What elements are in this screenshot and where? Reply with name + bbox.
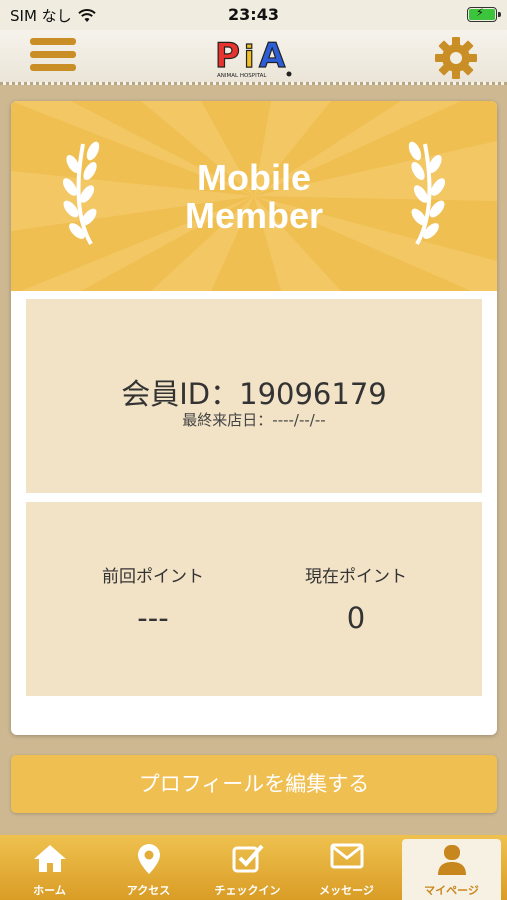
home-icon (33, 845, 66, 872)
battery-charging-icon (467, 6, 501, 22)
envelope-icon (330, 843, 363, 869)
status-bar: SIM なし 23:43 (0, 0, 507, 30)
current-points: 現在ポイント 0 (276, 562, 436, 635)
current-points-value: 0 (346, 601, 366, 635)
tab-mypage-label: マイページ (424, 884, 479, 897)
tab-home-label: ホーム (33, 884, 66, 897)
menu-bar-icon (30, 64, 76, 71)
svg-text:A: A (259, 36, 286, 76)
edit-profile-button[interactable]: プロフィールを編集する (11, 755, 497, 813)
last-visit-date: 最終来店日：----/--/-- (182, 411, 326, 429)
previous-points-label: 前回ポイント (102, 567, 204, 587)
app-header: P i A ANIMAL HOSPITAL (0, 30, 507, 85)
settings-gear-icon[interactable] (433, 35, 479, 81)
menu-bar-icon (30, 51, 76, 58)
tab-access[interactable]: アクセス (99, 835, 198, 900)
tab-checkin-label: チェックイン (214, 884, 281, 897)
svg-text:i: i (244, 40, 254, 75)
hamburger-menu-button[interactable] (30, 38, 76, 78)
previous-points: 前回ポイント --- (73, 562, 233, 635)
member-id: 会員ID：19096179 (121, 377, 387, 411)
member-card: Mobile Member 会員ID：19096179 最終来店日：----/-… (11, 101, 497, 735)
tab-bar: ホーム アクセス チェックイン メッセージ マイページ (0, 835, 507, 900)
menu-bar-icon (30, 38, 76, 45)
member-id-panel: 会員ID：19096179 最終来店日：----/--/-- (26, 299, 482, 493)
tab-mypage[interactable]: マイページ (402, 839, 501, 900)
tab-home[interactable]: ホーム (0, 835, 99, 900)
user-icon (437, 845, 466, 875)
laurel-right-icon (408, 141, 445, 245)
points-panel: 前回ポイント --- 現在ポイント 0 (26, 502, 482, 696)
mobile-member-banner: Mobile Member (11, 101, 497, 291)
tab-message[interactable]: メッセージ (297, 835, 396, 900)
map-pin-icon (137, 844, 160, 874)
checkbox-icon (232, 844, 263, 873)
clock: 23:43 (228, 5, 279, 24)
current-points-label: 現在ポイント (305, 567, 407, 587)
previous-points-value: --- (137, 601, 169, 635)
tab-checkin[interactable]: チェックイン (198, 835, 297, 900)
tab-access-label: アクセス (126, 884, 171, 897)
pia-logo: P i A ANIMAL HOSPITAL (214, 35, 291, 79)
svg-text:ANIMAL HOSPITAL: ANIMAL HOSPITAL (217, 73, 267, 79)
tab-message-label: メッセージ (319, 884, 374, 897)
svg-text:P: P (215, 36, 240, 76)
